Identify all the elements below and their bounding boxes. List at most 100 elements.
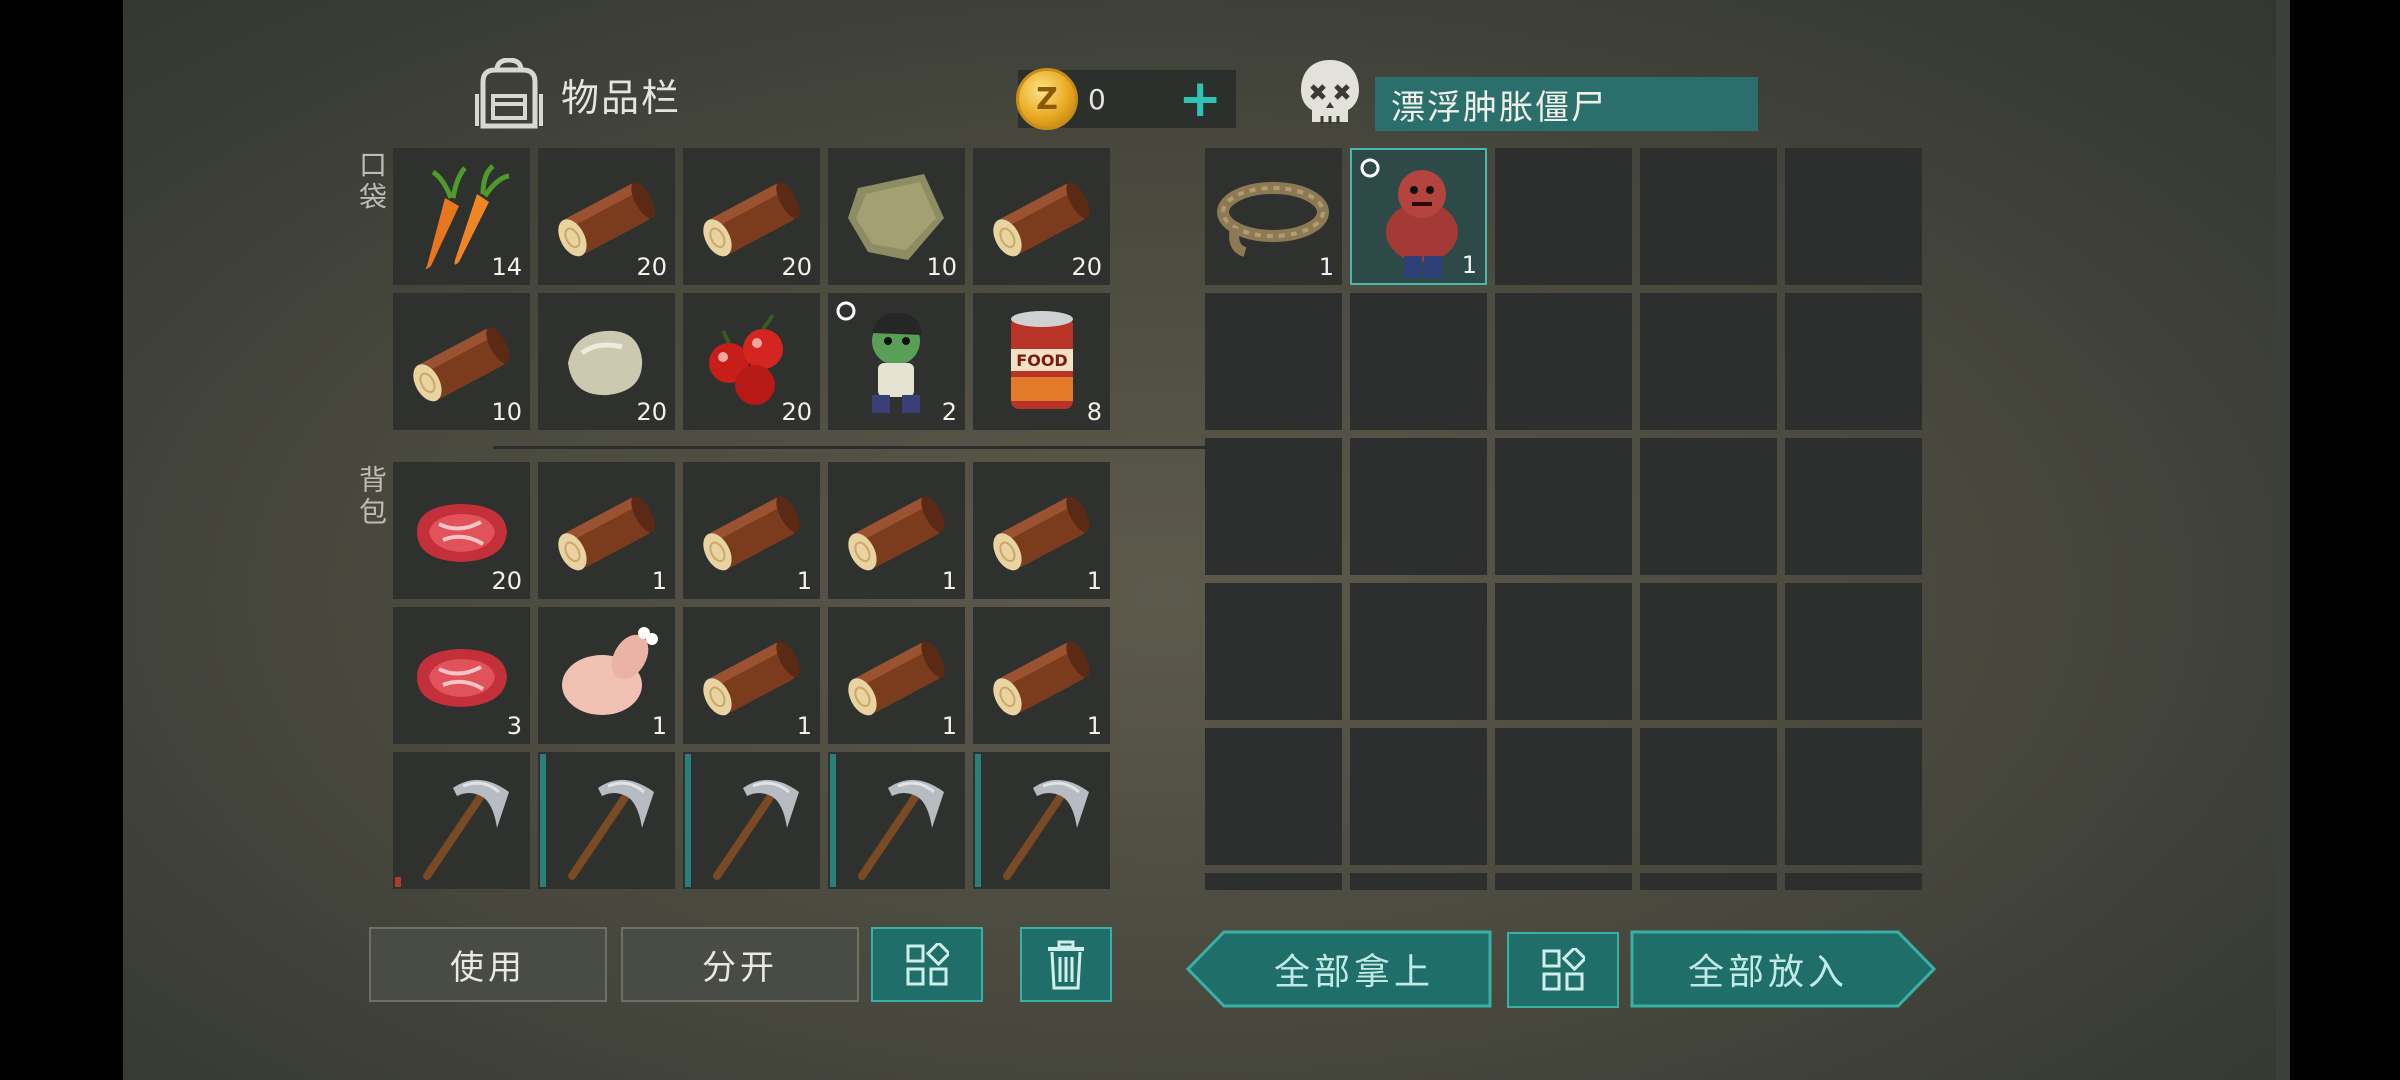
item-quantity: 14 (491, 253, 522, 281)
loot-header (1298, 58, 1362, 132)
durability-bar (395, 877, 401, 887)
loot-slot-empty[interactable] (1205, 293, 1342, 430)
item-quantity: 1 (1086, 712, 1102, 740)
coin-amount: 0 (1088, 82, 1106, 116)
loot-slot-empty[interactable] (1785, 148, 1922, 285)
pocket-slot-wood-log[interactable]: 20 (538, 148, 675, 285)
backpack-slot-wood-log[interactable]: 1 (973, 462, 1110, 599)
sort-button[interactable] (871, 927, 983, 1002)
backpack-slot-pickaxe[interactable] (973, 752, 1110, 889)
item-quantity: 10 (926, 253, 957, 281)
loot-slot-empty[interactable] (1350, 873, 1487, 890)
pocket-slot-zombie-doll[interactable]: 2 (828, 293, 965, 430)
backpack-slot-meat[interactable]: 20 (393, 462, 530, 599)
loot-slot-empty[interactable] (1640, 148, 1777, 285)
item-quantity: 20 (491, 567, 522, 595)
backpack-slot-chicken[interactable]: 1 (538, 607, 675, 744)
loot-slot-empty[interactable] (1785, 293, 1922, 430)
loot-slot-empty[interactable] (1205, 873, 1342, 890)
loot-slot-empty[interactable] (1495, 293, 1632, 430)
item-quantity: 20 (636, 253, 667, 281)
loot-slot-empty[interactable] (1495, 583, 1632, 720)
loot-slot-empty[interactable] (1640, 438, 1777, 575)
durability-bar (540, 754, 546, 887)
pocket-slot-canned-food[interactable]: FOOD 8 (973, 293, 1110, 430)
loot-sort-button[interactable] (1507, 932, 1619, 1008)
item-quantity: 20 (781, 253, 812, 281)
pocket-slot-wood-log[interactable]: 20 (683, 148, 820, 285)
split-button[interactable]: 分开 (621, 927, 859, 1002)
loot-grid[interactable]: 1 1 (1205, 148, 1922, 890)
item-quantity: 10 (491, 398, 522, 426)
backpack-slot-pickaxe[interactable] (828, 752, 965, 889)
loot-slot-empty[interactable] (1640, 873, 1777, 890)
put-all-label: 全部放入 (1687, 952, 1848, 993)
loot-source-name: 漂浮肿胀僵尸 (1375, 77, 1758, 131)
loot-slot-empty[interactable] (1640, 583, 1777, 720)
backpack-slot-wood-log[interactable]: 1 (828, 607, 965, 744)
item-quantity: 8 (1086, 398, 1102, 426)
backpack-icon (475, 58, 543, 129)
loot-slot-empty[interactable] (1350, 583, 1487, 720)
pocket-slot-stone[interactable]: 20 (538, 293, 675, 430)
coin-icon: Z (1016, 68, 1078, 130)
use-button[interactable]: 使用 (369, 927, 607, 1002)
backpack-grid: 20 1 1 1 1 3 1 1 1 1 (393, 462, 1110, 889)
loot-slot-rope[interactable]: 1 (1205, 148, 1342, 285)
loot-slot-empty[interactable] (1205, 583, 1342, 720)
delete-button[interactable] (1020, 927, 1112, 1002)
loot-slot-empty[interactable] (1785, 873, 1922, 890)
coin-counter: Z 0 + (1016, 68, 1236, 130)
backpack-slot-wood-log[interactable]: 1 (973, 607, 1110, 744)
item-quantity: 1 (651, 712, 667, 740)
backpack-slot-wood-log[interactable]: 1 (538, 462, 675, 599)
loot-slot-empty[interactable] (1350, 293, 1487, 430)
pocket-slot-cloth[interactable]: 10 (828, 148, 965, 285)
loot-slot-empty[interactable] (1495, 873, 1632, 890)
backpack-slot-meat[interactable]: 3 (393, 607, 530, 744)
grid-sort-icon (1542, 948, 1585, 991)
backpack-slot-wood-log[interactable]: 1 (683, 462, 820, 599)
loot-slot-bloated-zombie-doll[interactable]: 1 (1350, 148, 1487, 285)
item-quantity: 1 (1086, 567, 1102, 595)
pocket-slot-wood-log[interactable]: 20 (973, 148, 1110, 285)
item-quantity: 20 (1071, 253, 1102, 281)
loot-slot-empty[interactable] (1785, 583, 1922, 720)
pocket-grid: 14 20 20 10 20 10 20 20 2 FOOD 8 (393, 148, 1110, 430)
loot-slot-empty[interactable] (1205, 728, 1342, 865)
loot-slot-empty[interactable] (1350, 728, 1487, 865)
backpack-slot-pickaxe[interactable] (683, 752, 820, 889)
loot-slot-empty[interactable] (1785, 728, 1922, 865)
pocket-label: 口袋 (355, 150, 388, 214)
loot-slot-empty[interactable] (1350, 438, 1487, 575)
take-all-button[interactable]: 全部拿上 (1186, 930, 1492, 1008)
loot-slot-empty[interactable] (1495, 728, 1632, 865)
skull-icon (1301, 60, 1359, 124)
put-all-button[interactable]: 全部放入 (1630, 930, 1936, 1008)
backpack-slot-wood-log[interactable]: 1 (828, 462, 965, 599)
section-divider (493, 446, 1235, 449)
game-screen: 物品栏 Z 0 + 口袋 背包 14 20 20 10 20 10 20 20 … (123, 0, 2290, 1080)
item-quantity: 1 (1318, 253, 1334, 281)
pocket-slot-berries[interactable]: 20 (683, 293, 820, 430)
pocket-slot-carrot[interactable]: 14 (393, 148, 530, 285)
item-quantity: 20 (636, 398, 667, 426)
add-coins-button[interactable]: + (1178, 73, 1222, 125)
loot-slot-empty[interactable] (1495, 438, 1632, 575)
durability-bar (975, 754, 981, 887)
loot-slot-empty[interactable] (1205, 438, 1342, 575)
loot-slot-empty[interactable] (1640, 293, 1777, 430)
item-quantity: 3 (506, 712, 522, 740)
backpack-slot-wood-log[interactable]: 1 (683, 607, 820, 744)
backpack-slot-pickaxe[interactable] (393, 752, 530, 889)
item-quantity: 20 (781, 398, 812, 426)
backpack-label: 背包 (355, 465, 388, 529)
loot-slot-empty[interactable] (1495, 148, 1632, 285)
loot-slot-empty[interactable] (1785, 438, 1922, 575)
pocket-slot-wood-log[interactable]: 10 (393, 293, 530, 430)
backpack-slot-pickaxe[interactable] (538, 752, 675, 889)
inventory-header: 物品栏 (475, 58, 681, 130)
grid-sort-icon (906, 942, 949, 985)
item-quantity: 1 (796, 567, 812, 595)
loot-slot-empty[interactable] (1640, 728, 1777, 865)
